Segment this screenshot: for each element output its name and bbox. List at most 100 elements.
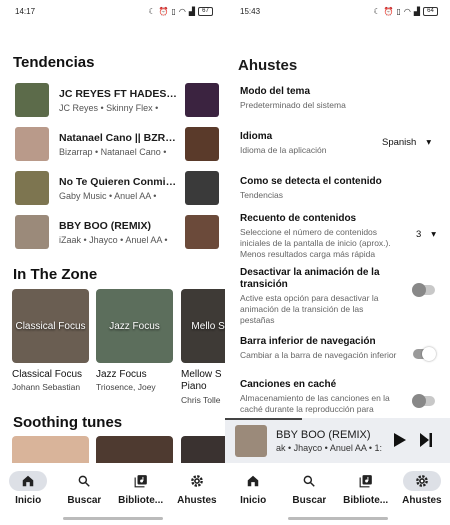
- now-playing-thumbnail: [235, 425, 267, 457]
- trending-next-thumbnail[interactable]: [185, 83, 219, 117]
- search-icon: [290, 471, 328, 491]
- transition-animation-toggle[interactable]: [412, 283, 435, 297]
- now-playing-artists: ak • Jhayco • Anuel AA • 1:: [276, 443, 383, 453]
- search-icon: [65, 471, 103, 491]
- content-count-dropdown[interactable]: 3 ▾: [416, 229, 436, 240]
- trending-item-subtitle: JC Reyes • Skinny Flex •: [59, 102, 159, 113]
- soothing-card[interactable]: [12, 436, 89, 464]
- library-icon: [122, 471, 160, 491]
- trending-thumbnail: [15, 127, 49, 161]
- trending-item-title: Natanael Cano || BZRP ...: [59, 131, 179, 144]
- trending-thumbnail: [15, 171, 49, 205]
- setting-content-detection[interactable]: Como se detecta el contenido Tendencias: [240, 176, 420, 201]
- setting-content-count[interactable]: Recuento de contenidos Seleccione el núm…: [240, 213, 400, 260]
- status-time: 15:43: [240, 6, 261, 16]
- playlist-subtitle: Johann Sebastian: [12, 382, 81, 392]
- trending-next-thumbnail[interactable]: [185, 171, 219, 205]
- setting-desc: Seleccione el número de contenidos inici…: [240, 227, 391, 259]
- setting-desc: Idioma de la aplicación: [240, 145, 327, 155]
- chevron-down-icon: ▾: [431, 229, 437, 240]
- nav-label: Bibliote...: [118, 495, 164, 506]
- playlist-card[interactable]: Mello Solo P Mellow S Piano Chris Tolle: [181, 289, 225, 405]
- status-time: 14:17: [15, 6, 36, 16]
- language-dropdown[interactable]: Spanish ▾: [382, 137, 431, 148]
- nav-item-home[interactable]: Inicio: [226, 471, 280, 525]
- song-cache-toggle[interactable]: [412, 394, 435, 408]
- playlist-card[interactable]: Classical Focus Classical Focus Johann S…: [12, 289, 89, 392]
- mini-player[interactable]: BBY BOO (REMIX) ak • Jhayco • Anuel AA •…: [225, 418, 450, 464]
- nav-item-settings[interactable]: Ahustes: [395, 471, 449, 525]
- nav-item-settings[interactable]: Ahustes: [170, 471, 224, 525]
- trending-item-subtitle: Bizarrap • Natanael Cano •: [59, 146, 167, 157]
- soothing-card[interactable]: [96, 436, 173, 464]
- nav-label: Ahustes: [177, 495, 217, 506]
- setting-desc: Almacenamiento de las canciones en la ca…: [240, 393, 390, 414]
- setting-desc: Tendencias: [240, 190, 284, 200]
- status-icons: ☾ ⏰ ▯ ◠ ▟ 67: [148, 6, 213, 16]
- dropdown-value: Spanish: [382, 137, 417, 148]
- zone-title: In The Zone: [13, 266, 98, 283]
- soothing-card[interactable]: [181, 436, 225, 464]
- alarm-icon: ⏰: [383, 6, 394, 16]
- dnd-icon: ☾: [148, 6, 156, 16]
- battery-icon: 64: [423, 6, 438, 16]
- battery-icon: 67: [198, 6, 213, 16]
- setting-transition-animation[interactable]: Desactivar la animación de la transición…: [240, 267, 400, 326]
- playlist-title: Mellow S Piano: [181, 369, 222, 392]
- trending-item-subtitle: Gaby Music • Anuel AA •: [59, 190, 157, 201]
- setting-language[interactable]: Idioma Idioma de la aplicación: [240, 131, 400, 156]
- playlist-title: Classical Focus: [12, 369, 83, 380]
- status-bar: 15:43 ☾ ⏰ ▯ ◠ ▟ 64: [225, 0, 450, 22]
- trending-item-subtitle: iZaak • Jhayco • Anuel AA •: [59, 234, 168, 245]
- home-screen: 14:17 ☾ ⏰ ▯ ◠ ▟ 67 Tendencias JC REYES F…: [0, 0, 225, 525]
- gear-icon: [402, 471, 441, 491]
- alarm-icon: ⏰: [158, 6, 169, 16]
- playlist-card[interactable]: Jazz Focus Jazz Focus Triosence, Joey: [96, 289, 173, 392]
- trending-item-title: BBY BOO (REMIX): [59, 219, 151, 232]
- playlist-art: Mello Solo P: [181, 289, 225, 363]
- dropdown-value: 3: [416, 229, 422, 240]
- bottom-nav-toggle[interactable]: [413, 347, 436, 361]
- soothing-title: Soothing tunes: [13, 414, 123, 431]
- setting-title: Desactivar la animación de la transición: [240, 267, 380, 290]
- trending-next-thumbnail[interactable]: [185, 127, 219, 161]
- nav-label: Bibliote...: [343, 495, 389, 506]
- nav-label: Inicio: [15, 495, 42, 506]
- playback-progress-bar: [225, 418, 302, 420]
- library-icon: [347, 471, 385, 491]
- signal-icon: ▟: [413, 6, 420, 16]
- playlist-title: Jazz Focus: [96, 369, 147, 380]
- setting-title: Modo del tema: [240, 86, 311, 97]
- nav-item-home[interactable]: Inicio: [1, 471, 55, 525]
- trending-item-title: JC REYES FT HADES 6...: [59, 87, 179, 100]
- status-bar: 14:17 ☾ ⏰ ▯ ◠ ▟ 67: [0, 0, 225, 22]
- setting-title: Barra inferior de navegación: [240, 336, 376, 347]
- playlist-subtitle: Chris Tolle: [181, 395, 221, 405]
- dnd-icon: ☾: [373, 6, 381, 16]
- setting-desc: Predeterminado del sistema: [240, 100, 346, 110]
- play-icon[interactable]: [393, 432, 407, 448]
- home-icon: [234, 471, 272, 491]
- trending-thumbnail: [15, 215, 49, 249]
- setting-theme[interactable]: Modo del tema Predeterminado del sistema: [240, 86, 400, 111]
- nav-label: Buscar: [292, 495, 327, 506]
- signal-icon: ▟: [188, 6, 195, 16]
- chevron-down-icon: ▾: [426, 137, 432, 148]
- now-playing-title: BBY BOO (REMIX): [276, 429, 371, 441]
- trending-thumbnail: [15, 83, 49, 117]
- nav-label: Ahustes: [402, 495, 442, 506]
- home-indicator[interactable]: [62, 517, 163, 520]
- page-title: Ahustes: [238, 57, 298, 74]
- nav-label: Buscar: [67, 495, 102, 506]
- skip-next-icon[interactable]: [419, 432, 433, 448]
- trending-next-thumbnail[interactable]: [185, 215, 219, 249]
- setting-desc: Cambiar a la barra de navegación inferio…: [240, 350, 397, 360]
- gear-icon: [178, 471, 216, 491]
- nav-label: Inicio: [240, 495, 267, 506]
- home-indicator[interactable]: [287, 517, 388, 520]
- setting-bottom-nav[interactable]: Barra inferior de navegación Cambiar a l…: [240, 336, 400, 361]
- bottom-nav: Inicio Buscar Bibliote... Ahustes: [225, 463, 450, 525]
- setting-song-cache[interactable]: Canciones en caché Almacenamiento de las…: [240, 379, 400, 415]
- setting-title: Canciones en caché: [240, 379, 337, 390]
- wifi-icon: ◠: [178, 6, 186, 16]
